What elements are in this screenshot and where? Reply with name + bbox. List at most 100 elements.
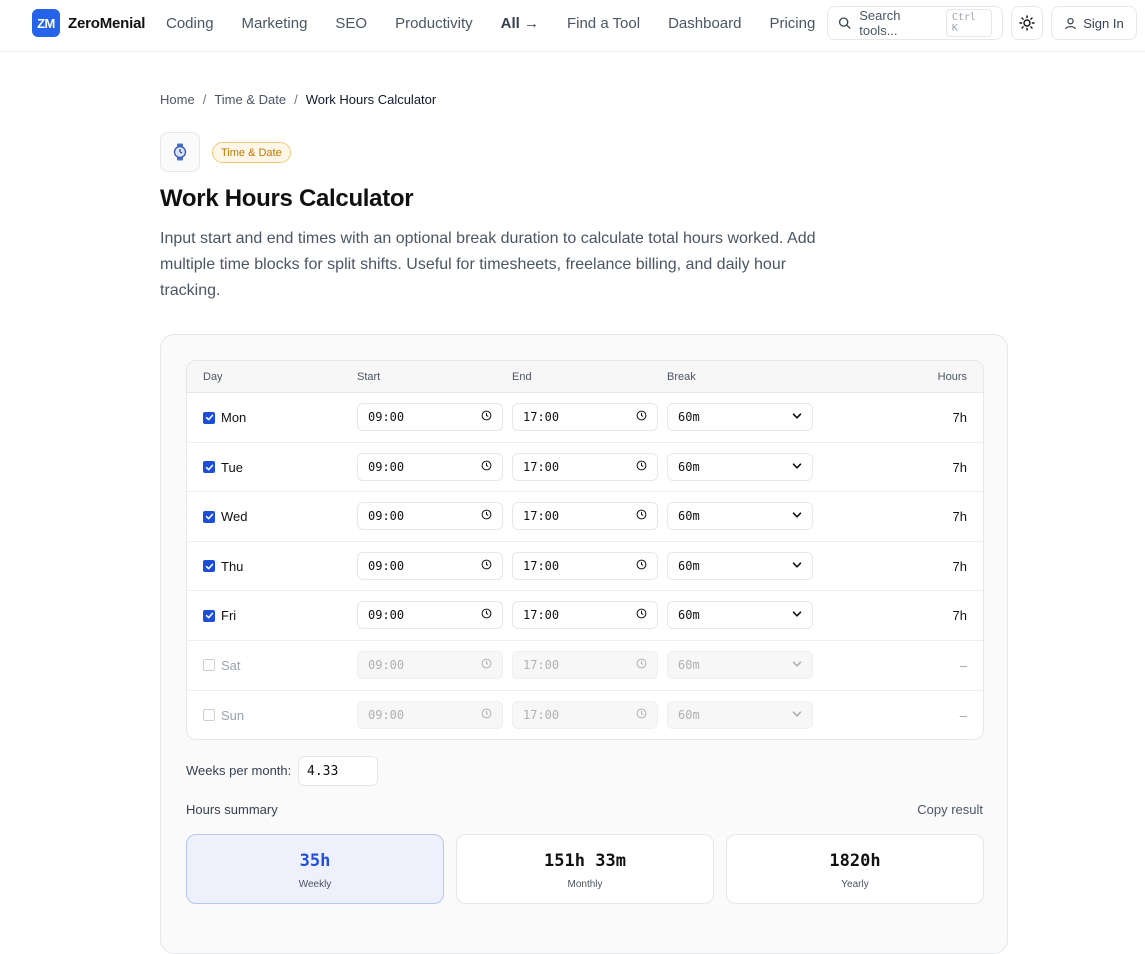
checkbox-checked-icon[interactable] (203, 411, 215, 424)
end-time-value: 17:00 (523, 657, 560, 672)
nav-seo[interactable]: SEO (335, 15, 367, 32)
clock-icon[interactable] (481, 658, 492, 672)
end-time-value: 17:00 (523, 410, 560, 424)
schedule-table: Day Start End Break Hours Mon 09:00 17:00 6… (186, 360, 984, 740)
sign-in-button[interactable]: Sign In (1051, 6, 1137, 40)
nav-productivity[interactable]: Productivity (395, 15, 473, 32)
end-time-input[interactable]: 17:00 (512, 601, 658, 630)
search-icon (838, 17, 851, 29)
table-body: Mon 09:00 17:00 60m 7h Tue 09:00 17:00 60m 7h Wed 0… (187, 393, 983, 739)
nav-all[interactable]: All → (501, 15, 539, 32)
day-toggle[interactable]: Sat (203, 658, 241, 673)
top-header: ZM ZeroMenial Coding Marketing SEO Produ… (0, 0, 1145, 52)
clock-icon[interactable] (481, 509, 492, 523)
weeks-per-month-input[interactable]: 4.33 (298, 756, 378, 786)
end-time-value: 17:00 (523, 707, 560, 722)
brand-logo[interactable]: ZM ZeroMenial (32, 9, 145, 37)
nav-marketing[interactable]: Marketing (242, 15, 308, 32)
summary-label: Weekly (298, 879, 332, 890)
clock-icon[interactable] (636, 608, 647, 622)
day-label: Mon (221, 410, 247, 425)
day-toggle[interactable]: Sun (203, 708, 244, 723)
summary-card-monthly[interactable]: 151h 33m Monthly (456, 834, 714, 904)
clock-icon[interactable] (636, 658, 647, 672)
clock-icon[interactable] (481, 559, 492, 573)
clock-icon[interactable] (481, 608, 492, 622)
checkbox-checked-icon[interactable] (203, 510, 215, 523)
break-select[interactable]: 60m (667, 551, 813, 580)
checkbox-checked-icon[interactable] (203, 461, 215, 474)
break-value: 60m (678, 459, 700, 474)
day-toggle[interactable]: Mon (203, 410, 246, 425)
search-box[interactable]: Search tools... Ctrl K (827, 6, 1003, 40)
brand-name: ZeroMenial (68, 14, 146, 32)
chevron-down-icon (792, 658, 802, 672)
start-time-input[interactable]: 09:00 (357, 452, 503, 481)
day-toggle[interactable]: Wed (203, 509, 248, 524)
clock-icon[interactable] (481, 460, 492, 474)
day-toggle[interactable]: Fri (203, 608, 236, 623)
logo-mark: ZM (32, 9, 60, 37)
day-toggle[interactable]: Thu (203, 559, 243, 574)
search-shortcut: Ctrl K (945, 9, 992, 37)
clock-icon[interactable] (636, 708, 647, 722)
checkbox-unchecked-icon[interactable] (203, 659, 215, 672)
breadcrumb-category[interactable]: Time & Date (214, 92, 286, 107)
start-time-input[interactable]: 09:00 (357, 601, 503, 630)
row-hours: – (959, 657, 967, 673)
category-badge[interactable]: Time & Date (212, 142, 291, 163)
start-time-input[interactable]: 09:00 (357, 700, 503, 729)
end-time-input[interactable]: 17:00 (512, 551, 658, 580)
summary-card-weekly[interactable]: 35h Weekly (186, 834, 444, 904)
day-label: Sun (221, 707, 245, 723)
table-row: Sat 09:00 17:00 60m – (187, 641, 983, 691)
row-hours: 7h (952, 459, 967, 475)
nav-find-a-tool[interactable]: Find a Tool (567, 15, 640, 32)
clock-icon[interactable] (636, 460, 647, 474)
clock-icon[interactable] (481, 410, 492, 424)
column-header-day: Day (203, 371, 223, 383)
break-select[interactable]: 60m (667, 403, 813, 431)
summary-label: Yearly (841, 879, 869, 890)
checkbox-checked-icon[interactable] (203, 609, 215, 622)
column-header-start: Start (357, 371, 381, 383)
checkbox-checked-icon[interactable] (203, 560, 215, 573)
theme-toggle-button[interactable] (1011, 6, 1043, 40)
break-value: 60m (678, 608, 700, 623)
user-icon (1065, 17, 1077, 29)
break-select[interactable]: 60m (667, 452, 813, 481)
nav-pricing[interactable]: Pricing (769, 15, 815, 32)
column-header-end: End (512, 371, 532, 383)
day-label: Sat (221, 657, 241, 673)
clock-icon[interactable] (481, 708, 492, 722)
chevron-down-icon (792, 460, 802, 474)
day-toggle[interactable]: Tue (203, 460, 243, 475)
start-time-input[interactable]: 09:00 (357, 502, 503, 531)
checkbox-unchecked-icon[interactable] (203, 709, 215, 722)
end-time-input[interactable]: 17:00 (512, 403, 658, 431)
break-value: 60m (678, 558, 700, 573)
copy-result-button[interactable]: Copy result (917, 802, 983, 817)
nav-dashboard[interactable]: Dashboard (668, 15, 741, 32)
end-time-input[interactable]: 17:00 (512, 700, 658, 729)
clock-icon[interactable] (636, 410, 647, 424)
column-header-hours: Hours (937, 371, 967, 383)
chevron-down-icon (792, 559, 802, 573)
break-select[interactable]: 60m (667, 650, 813, 679)
end-time-input[interactable]: 17:00 (512, 650, 658, 679)
clock-icon[interactable] (636, 509, 647, 523)
start-time-input[interactable]: 09:00 (357, 650, 503, 679)
nav-coding[interactable]: Coding (166, 15, 214, 32)
breadcrumb-home[interactable]: Home (160, 92, 195, 107)
break-select[interactable]: 60m (667, 601, 813, 630)
start-time-input[interactable]: 09:00 (357, 551, 503, 580)
break-select[interactable]: 60m (667, 700, 813, 729)
chevron-down-icon (792, 608, 802, 622)
summary-card-yearly[interactable]: 1820h Yearly (726, 834, 984, 904)
clock-icon[interactable] (636, 559, 647, 573)
break-select[interactable]: 60m (667, 502, 813, 531)
start-time-input[interactable]: 09:00 (357, 403, 503, 431)
end-time-input[interactable]: 17:00 (512, 502, 658, 531)
end-time-input[interactable]: 17:00 (512, 452, 658, 481)
chevron-down-icon (792, 708, 802, 722)
